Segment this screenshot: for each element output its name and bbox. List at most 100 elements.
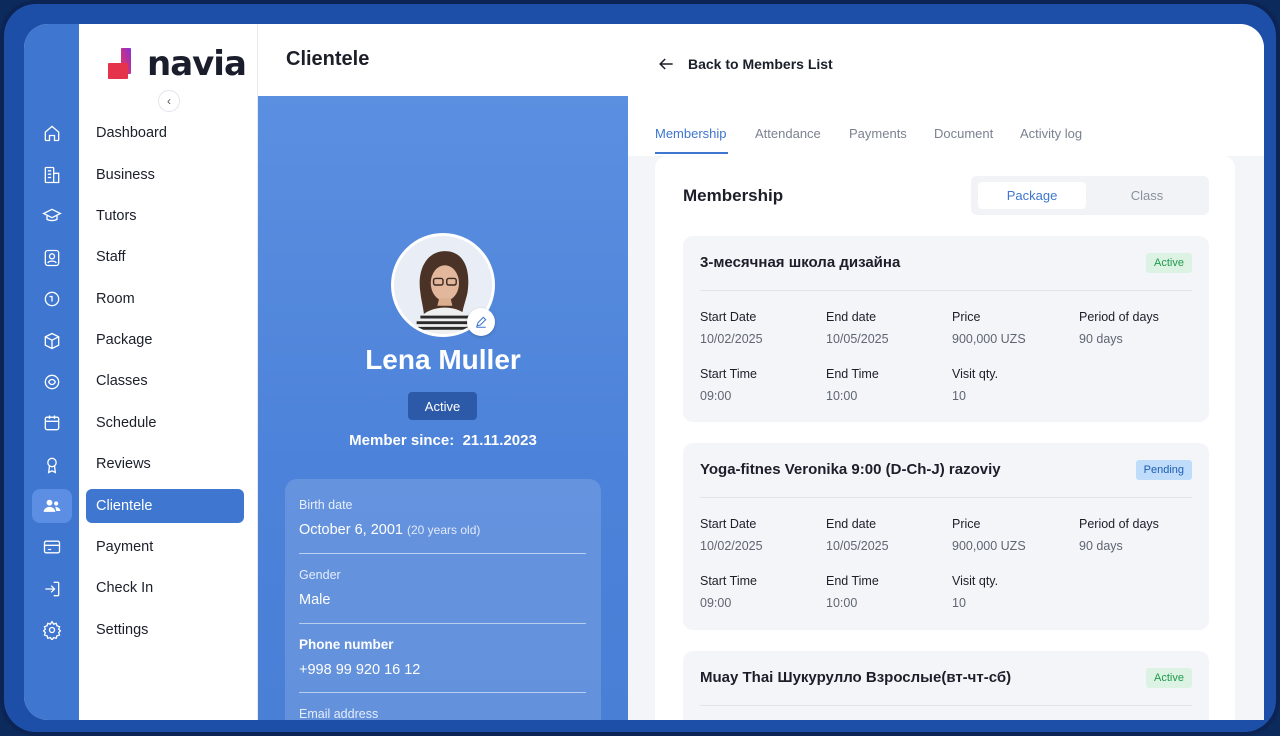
users-icon[interactable] [32,489,72,523]
client-info-card: Birth date October 6, 2001 (20 years old)… [285,479,601,720]
divider [700,497,1192,498]
sidebar-item-room[interactable]: Room [86,282,244,316]
start-time-label: Start Time [700,574,757,588]
app-screen: navia ‹ Dashboard Business Tutors Staff … [24,24,1264,720]
end-time-value: 10:00 [826,596,858,610]
end-date-field: End date 10/05/2025 [826,517,946,553]
sidebar-item-dashboard[interactable]: Dashboard [86,116,244,150]
email-label: Email address [299,707,379,720]
device-bezel: navia ‹ Dashboard Business Tutors Staff … [4,4,1276,732]
segment-class[interactable]: Class [1093,182,1201,209]
start-time-label: Start Time [700,367,757,381]
client-name: Lena Muller [365,344,521,375]
logo-mark-icon [105,46,141,82]
sidebar-item-reviews[interactable]: Reviews [86,447,244,481]
logo[interactable]: navia [105,44,247,84]
birth-date-text: October 6, 2001 [299,522,403,538]
membership-name: 3-месячная школа дизайна [700,254,901,271]
start-time-field: Start Time 09:00 [700,574,820,610]
sidebar-item-payment[interactable]: Payment [86,530,244,564]
credit-card-icon[interactable] [32,530,72,564]
sidebar-item-tutors[interactable]: Tutors [86,199,244,233]
price-label: Price [952,517,981,531]
box-icon[interactable] [32,324,72,358]
gender-value: Male [299,592,331,608]
check-in-icon[interactable] [32,572,72,606]
end-time-field: End Time 10:00 [826,367,946,403]
tab-document[interactable]: Document [934,126,993,141]
membership-name: Yoga-fitnes Veronika 9:00 (D-Ch-J) razov… [700,461,1001,478]
start-date-label: Start Date [700,517,757,531]
device-frame: navia ‹ Dashboard Business Tutors Staff … [0,0,1280,736]
logo-text: navia [147,44,247,84]
sidebar-item-package[interactable]: Package [86,323,244,357]
sidebar-item-settings[interactable]: Settings [86,613,244,647]
start-date-value: 10/02/2025 [700,539,763,553]
end-time-field: End Time 10:00 [826,574,946,610]
member-since: Member since: 21.11.2023 [258,432,628,449]
gender-label: Gender [299,568,341,582]
period-label: Period of days [1079,517,1159,531]
sidebar: navia ‹ Dashboard Business Tutors Staff … [79,24,258,720]
gear-icon[interactable] [32,613,72,647]
segment-package[interactable]: Package [978,182,1086,209]
status-badge: Pending [1135,460,1192,480]
user-badge-icon[interactable] [32,241,72,275]
sidebar-item-staff[interactable]: Staff [86,240,244,274]
status-badge: Active [1146,253,1192,273]
end-date-label: End date [826,310,877,324]
age-text: (20 years old) [407,523,481,537]
door-icon[interactable] [32,282,72,316]
start-date-field: Start Date 10/02/2025 [700,517,820,553]
classes-icon[interactable] [32,365,72,399]
tab-activity-log[interactable]: Activity log [1020,126,1082,141]
status-badge: Active [408,392,477,420]
period-value: 90 days [1079,539,1123,553]
sidebar-item-clientele[interactable]: Clientele [86,489,244,523]
price-value: 900,000 UZS [952,332,1026,346]
divider [700,290,1192,291]
back-to-members-link[interactable]: Back to Members List [656,54,833,74]
phone-label: Phone number [299,637,394,652]
sidebar-item-classes[interactable]: Classes [86,364,244,398]
start-time-value: 09:00 [700,389,732,403]
visit-qty-value: 10 [952,596,966,610]
visit-qty-value: 10 [952,389,966,403]
price-label: Price [952,310,981,324]
start-date-label: Start Date [700,310,757,324]
gender-row: Gender Male [299,568,586,624]
membership-card[interactable]: 3-месячная школа дизайна Active Start Da… [683,236,1209,422]
tab-attendance[interactable]: Attendance [755,126,821,141]
period-value: 90 days [1079,332,1123,346]
sidebar-item-schedule[interactable]: Schedule [86,406,244,440]
price-field: Price 900,000 UZS [952,310,1072,346]
birth-date-row: Birth date October 6, 2001 (20 years old) [299,498,586,554]
collapse-sidebar-button[interactable]: ‹ [158,90,180,112]
membership-card[interactable]: Yoga-fitnes Veronika 9:00 (D-Ch-J) razov… [683,443,1209,630]
sidebar-item-business[interactable]: Business [86,158,244,192]
home-icon[interactable] [32,116,72,150]
award-icon[interactable] [32,448,72,482]
calendar-icon[interactable] [32,406,72,440]
edit-avatar-button[interactable] [467,308,495,336]
chevron-left-icon: ‹ [167,94,171,108]
sidebar-item-check-in[interactable]: Check In [86,571,244,605]
visit-qty-field: Visit qty. 10 [952,574,1072,610]
phone-value[interactable]: +998 99 920 16 12 [299,662,586,678]
membership-card[interactable]: Muay Thai Шукурулло Взрослые(вт-чт-сб) A… [683,651,1209,720]
start-time-field: Start Time 09:00 [700,367,820,403]
price-field: Price 900,000 UZS [952,517,1072,553]
start-date-value: 10/02/2025 [700,332,763,346]
tab-payments[interactable]: Payments [849,126,907,141]
end-date-value: 10/05/2025 [826,539,889,553]
member-since-value: 21.11.2023 [462,432,537,449]
end-time-label: End Time [826,574,879,588]
phone-row: Phone number +998 99 920 16 12 [299,637,586,693]
end-time-label: End Time [826,367,879,381]
tab-membership[interactable]: Membership [655,126,727,141]
graduation-cap-icon[interactable] [32,199,72,233]
building-icon[interactable] [32,158,72,192]
profile-panel: Lena Muller Active Member since: 21.11.2… [258,96,628,720]
email-row: Email address [299,707,586,720]
birth-date-value: October 6, 2001 (20 years old) [299,522,586,538]
